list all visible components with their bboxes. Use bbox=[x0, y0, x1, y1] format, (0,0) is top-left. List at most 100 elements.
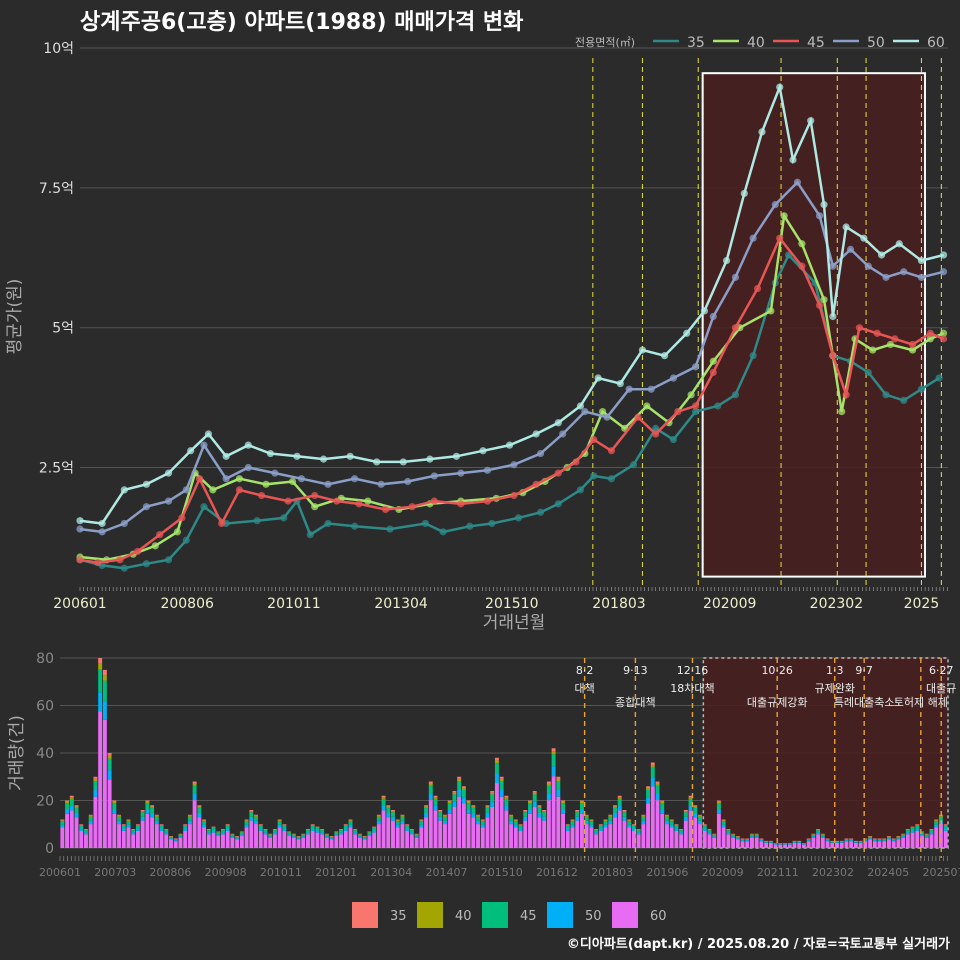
legend-label-40: 40 bbox=[455, 909, 472, 924]
volume-bar-45 bbox=[721, 821, 726, 825]
volume-bar-40 bbox=[579, 801, 584, 804]
volume-bar-60 bbox=[811, 837, 816, 848]
volume-bar-60 bbox=[395, 827, 400, 848]
volume-bar-35 bbox=[603, 819, 608, 821]
volume-bar-40 bbox=[613, 806, 617, 808]
data-point-50 bbox=[917, 273, 926, 281]
volume-bar-50 bbox=[150, 812, 155, 818]
volume-bar-35 bbox=[159, 824, 164, 825]
volume-bar-35 bbox=[924, 833, 929, 835]
volume-bar-50 bbox=[929, 832, 934, 835]
volume-bar-40 bbox=[93, 778, 98, 782]
volume-bar-50 bbox=[509, 820, 514, 825]
volume-bar-45 bbox=[211, 827, 216, 831]
volume-bar-40 bbox=[905, 829, 910, 831]
volume-bar-40 bbox=[433, 797, 438, 799]
volume-bar-60 bbox=[277, 827, 282, 848]
volume-bar-60 bbox=[764, 842, 769, 848]
volume-bar-40 bbox=[504, 797, 509, 799]
data-point-60 bbox=[452, 452, 461, 460]
volume-bar-60 bbox=[660, 813, 665, 848]
volume-bar-45 bbox=[650, 767, 655, 778]
volume-bar-35 bbox=[627, 819, 632, 821]
volume-bar-35 bbox=[589, 819, 594, 821]
volume-bar-35 bbox=[324, 833, 329, 835]
volume-bar-45 bbox=[480, 821, 485, 825]
volume-bar-40 bbox=[575, 811, 580, 813]
volume-bar-60 bbox=[438, 820, 443, 848]
volume-bar-35 bbox=[613, 805, 617, 807]
volume-bar-60 bbox=[561, 813, 566, 848]
volume-bar-45 bbox=[622, 812, 627, 817]
volume-bar-45 bbox=[575, 812, 580, 817]
volume-bar-40 bbox=[140, 811, 145, 813]
volume-bar-45 bbox=[84, 830, 88, 833]
volume-bar-50 bbox=[216, 834, 221, 837]
volume-bar-45 bbox=[452, 794, 457, 802]
volume-bar-40 bbox=[537, 806, 542, 808]
y-tick-label: 60 bbox=[36, 699, 54, 715]
volume-bar-50 bbox=[858, 842, 863, 843]
volume-bar-60 bbox=[664, 824, 669, 848]
volume-bar-40 bbox=[343, 824, 348, 826]
volume-bar-45 bbox=[816, 830, 821, 833]
data-point-60 bbox=[829, 312, 837, 321]
volume-bar-35 bbox=[334, 831, 339, 832]
volume-bar-35 bbox=[598, 824, 603, 825]
volume-bar-50 bbox=[773, 844, 778, 845]
volume-bar-35 bbox=[386, 805, 391, 807]
volume-bar-50 bbox=[211, 830, 216, 833]
data-point-60 bbox=[505, 441, 514, 449]
volume-bar-50 bbox=[301, 836, 306, 838]
data-point-50 bbox=[846, 245, 855, 253]
volume-bar-40 bbox=[499, 778, 504, 782]
volume-bar-35 bbox=[669, 819, 674, 821]
volume-bar-45 bbox=[74, 807, 79, 813]
data-point-60 bbox=[266, 449, 275, 458]
volume-bar-35 bbox=[542, 810, 547, 812]
volume-bar-35 bbox=[414, 833, 419, 835]
volume-bar-35 bbox=[169, 836, 173, 837]
volume-bar-50 bbox=[816, 832, 821, 835]
volume-bar-50 bbox=[69, 805, 74, 811]
data-point-60 bbox=[616, 380, 624, 388]
volume-bar-40 bbox=[206, 829, 211, 831]
volume-bar-40 bbox=[447, 801, 452, 804]
data-point-35 bbox=[439, 528, 447, 536]
volume-bar-60 bbox=[551, 776, 556, 848]
data-point-45 bbox=[554, 469, 562, 477]
volume-bar-50 bbox=[202, 824, 207, 828]
data-point-35 bbox=[917, 385, 926, 393]
policy-label: 대출규제강화 bbox=[747, 696, 808, 709]
data-point-35 bbox=[607, 475, 616, 483]
volume-bar-40 bbox=[820, 834, 825, 835]
volume-bar-50 bbox=[518, 828, 523, 831]
volume-bar-50 bbox=[896, 838, 901, 840]
volume-bar-60 bbox=[896, 839, 901, 848]
volume-bar-45 bbox=[598, 825, 603, 829]
volume-bar-50 bbox=[84, 832, 88, 835]
volume-bar-60 bbox=[471, 817, 476, 848]
volume-bar-45 bbox=[518, 825, 523, 829]
credit-text: ©디아파트(dapt.kr) / 2025.08.20 / 자료=국토교통부 실… bbox=[566, 937, 950, 952]
volume-bar-60 bbox=[726, 834, 731, 848]
volume-bar-40 bbox=[216, 831, 221, 833]
volume-bar-35 bbox=[617, 795, 622, 798]
volume-bar-35 bbox=[839, 840, 844, 842]
volume-bar-35 bbox=[381, 795, 386, 798]
volume-bar-35 bbox=[202, 819, 207, 821]
volume-bar-35 bbox=[523, 810, 528, 812]
volume-bar-50 bbox=[372, 830, 377, 833]
volume-bar-45 bbox=[594, 830, 599, 833]
volume-bar-35 bbox=[348, 819, 353, 821]
volume-bar-60 bbox=[424, 817, 429, 848]
volume-bar-45 bbox=[731, 834, 736, 837]
volume-bar-60 bbox=[79, 830, 84, 848]
volume-bar-35 bbox=[783, 843, 788, 844]
volume-bar-50 bbox=[636, 832, 641, 835]
volume-bar-50 bbox=[230, 836, 235, 838]
volume-bar-60 bbox=[745, 841, 750, 848]
volume-bar-40 bbox=[442, 815, 447, 817]
volume-bar-45 bbox=[735, 836, 740, 839]
volume-bar-40 bbox=[698, 815, 702, 817]
